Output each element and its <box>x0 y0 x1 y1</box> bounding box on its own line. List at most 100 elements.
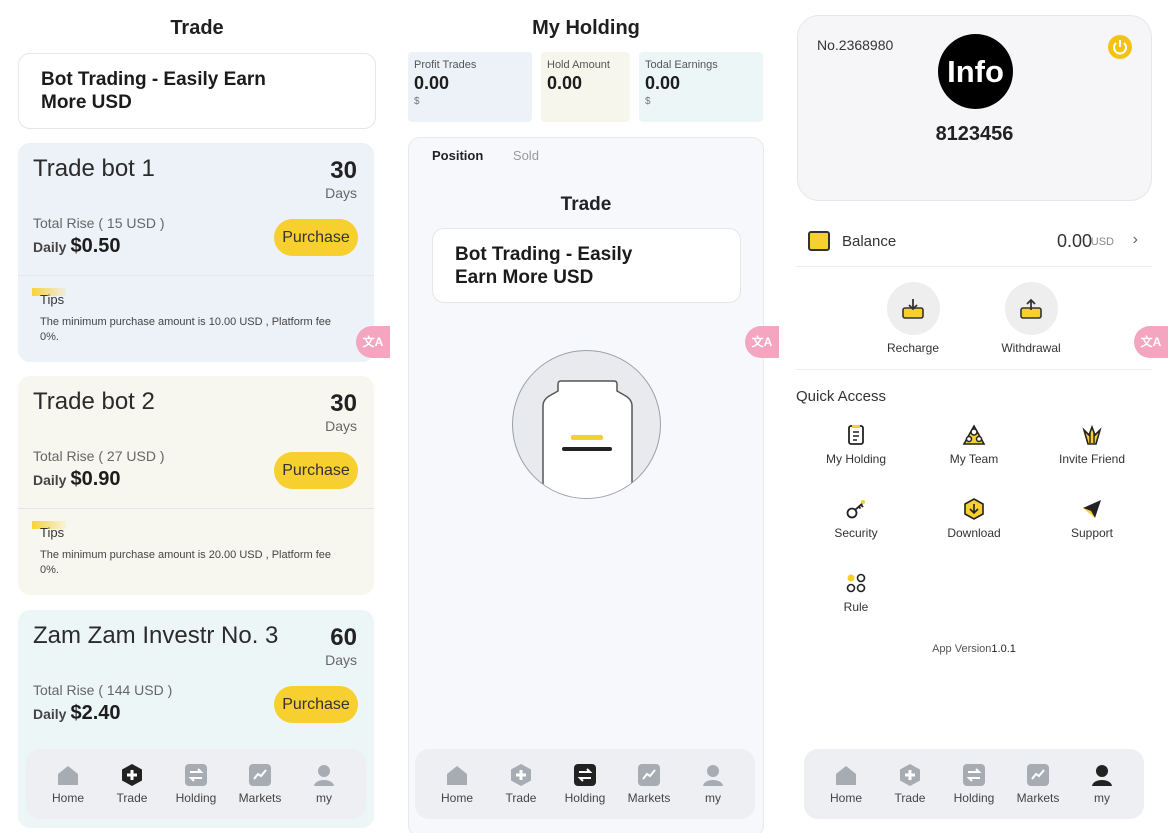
nav-home[interactable]: Home <box>816 763 876 805</box>
tab-sold[interactable]: Sold <box>513 148 539 163</box>
quick-support[interactable]: Support <box>1042 497 1142 540</box>
product-name: Zam Zam Investr No. 3 <box>33 622 279 649</box>
power-icon[interactable] <box>1108 35 1132 59</box>
nav-label: Home <box>440 791 473 805</box>
divider <box>796 369 1152 370</box>
tips-label-text: Tips <box>40 292 65 307</box>
stat-value: 0.00 <box>547 73 583 93</box>
tips-text: The minimum purchase amount is 10.00 USD… <box>40 316 332 343</box>
quick-my-team[interactable]: My Team <box>924 423 1024 466</box>
nav-holding[interactable]: Holding <box>944 763 1004 805</box>
markets-icon <box>637 763 661 787</box>
holding-screen: My Holding Profit Trades 0.00 $ Hold Amo… <box>407 0 779 833</box>
quick-label: Security <box>834 526 878 540</box>
banner-line: Bot Trading - Easily Earn <box>41 69 266 90</box>
daily-value: $2.40 <box>70 702 121 724</box>
nav-markets[interactable]: Markets <box>230 763 290 805</box>
section-title: Trade <box>560 194 612 215</box>
nav-trade[interactable]: Trade <box>102 763 162 805</box>
tips-text: The minimum purchase amount is 20.00 USD… <box>40 549 332 576</box>
recharge-icon <box>886 282 940 335</box>
product-days-label: Days <box>325 652 357 668</box>
translate-button[interactable]: 文A <box>1134 326 1168 358</box>
purchase-button[interactable]: Purchase <box>274 452 358 489</box>
quick-security[interactable]: Security <box>806 497 906 540</box>
profile-card: No.2368980 Info 8123456 <box>797 15 1152 201</box>
product-total-rise: Total Rise ( 15 USD ) <box>33 215 165 231</box>
nav-holding[interactable]: Holding <box>555 763 615 805</box>
product-days-label: Days <box>325 185 357 201</box>
daily-label: Daily <box>33 706 67 722</box>
nav-label: Holding <box>175 791 217 805</box>
nav-my[interactable]: my <box>683 763 743 805</box>
action-label: Recharge <box>886 341 940 355</box>
stat-hold-amount: Hold Amount 0.00 <box>541 52 630 122</box>
quick-label: My Team <box>949 452 999 466</box>
holding-icon <box>184 763 208 787</box>
nav-markets[interactable]: Markets <box>619 763 679 805</box>
quick-download[interactable]: Download <box>924 497 1024 540</box>
product-name: Trade bot 1 <box>33 155 155 182</box>
product-tips: Tips The minimum purchase amount is 10.0… <box>18 275 374 361</box>
stat-label: Profit Trades <box>414 59 477 71</box>
nav-label: Trade <box>505 791 537 805</box>
trade-screen: Trade Bot Trading - Easily Earn More USD… <box>18 0 390 833</box>
user-icon <box>701 763 725 787</box>
version-label: App Version <box>932 643 992 655</box>
trade-icon <box>120 763 144 787</box>
nav-label: Markets <box>238 791 282 805</box>
nav-trade[interactable]: Trade <box>491 763 551 805</box>
bottom-nav: Home Trade Holding Markets my <box>26 749 366 819</box>
nav-label: Markets <box>1016 791 1060 805</box>
nav-label: Home <box>829 791 862 805</box>
stat-total-earnings: Todal Earnings 0.00 $ <box>639 52 763 122</box>
quick-label: Rule <box>843 600 869 614</box>
tips-label: Tips <box>32 521 352 540</box>
promo-banner: Bot Trading - Easily Earn More USD <box>18 53 376 129</box>
tab-position[interactable]: Position <box>432 148 483 163</box>
banner-line: Bot Trading - Easily <box>455 244 633 265</box>
home-icon <box>56 763 80 787</box>
nav-trade[interactable]: Trade <box>880 763 940 805</box>
download-icon <box>962 497 986 521</box>
balance-row[interactable]: Balance 0.00 USD › <box>796 219 1152 267</box>
holding-card: Position Sold Trade Bot Trading - Easily… <box>408 137 764 833</box>
nav-label: Holding <box>564 791 606 805</box>
purchase-button[interactable]: Purchase <box>274 219 358 256</box>
translate-button[interactable]: 文A <box>745 326 779 358</box>
nav-label: my <box>316 791 332 805</box>
product-total-rise: Total Rise ( 144 USD ) <box>33 682 173 698</box>
product-card: Trade bot 1 30 Days Total Rise ( 15 USD … <box>18 143 374 362</box>
product-days: 60 <box>330 624 357 651</box>
tips-label-text: Tips <box>40 525 65 540</box>
balance-label: Balance <box>842 233 897 250</box>
holding-subtabs: Position Sold <box>432 148 565 163</box>
translate-button[interactable]: 文A <box>356 326 390 358</box>
quick-label: Support <box>1070 526 1114 540</box>
stat-label: Todal Earnings <box>645 59 718 71</box>
daily-value: $0.90 <box>70 468 121 490</box>
nav-my[interactable]: my <box>1072 763 1132 805</box>
nav-label: Holding <box>953 791 995 805</box>
nav-markets[interactable]: Markets <box>1008 763 1068 805</box>
purchase-button[interactable]: Purchase <box>274 686 358 723</box>
nav-home[interactable]: Home <box>427 763 487 805</box>
recharge-button[interactable]: Recharge <box>868 282 958 355</box>
banner-line: Earn More USD <box>455 267 594 288</box>
nav-my[interactable]: my <box>294 763 354 805</box>
nav-holding[interactable]: Holding <box>166 763 226 805</box>
quick-label: Download <box>947 526 1001 540</box>
balance-unit: USD <box>1090 236 1114 248</box>
product-tips: Tips The minimum purchase amount is 20.0… <box>18 508 374 594</box>
stat-unit: $ <box>414 96 420 107</box>
quick-label: My Holding <box>825 452 887 466</box>
stat-value: 0.00 <box>645 73 681 93</box>
page-title: Trade <box>170 17 224 39</box>
quick-rule[interactable]: Rule <box>806 571 906 614</box>
nav-home[interactable]: Home <box>38 763 98 805</box>
nav-label: Markets <box>627 791 671 805</box>
quick-my-holding[interactable]: My Holding <box>806 423 906 466</box>
nav-label: Trade <box>116 791 148 805</box>
quick-invite-friend[interactable]: Invite Friend <box>1042 423 1142 466</box>
withdrawal-button[interactable]: Withdrawal <box>986 282 1076 355</box>
